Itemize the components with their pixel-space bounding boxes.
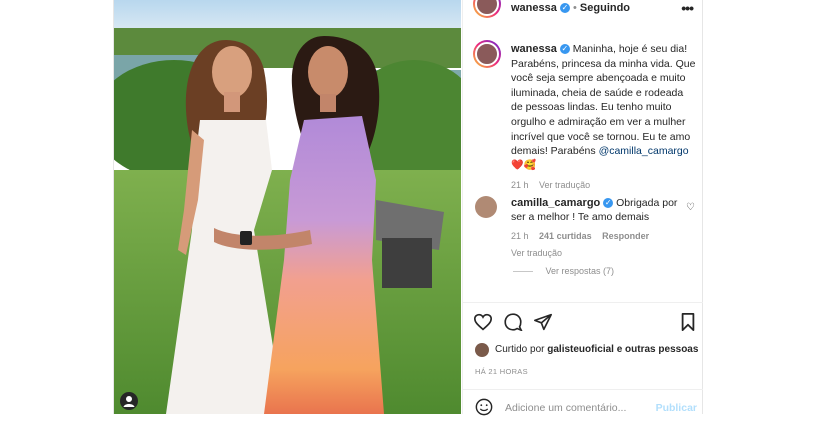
post-caption: wanessa ✓ Maninha, hoje é seu dia! Parab… <box>511 42 697 193</box>
verified-icon: ✓ <box>559 3 570 14</box>
photo-illustration <box>114 0 461 414</box>
tagged-users-icon[interactable] <box>120 392 138 410</box>
share-paper-plane-icon[interactable] <box>533 313 553 336</box>
caption-avatar[interactable] <box>473 40 501 68</box>
save-bookmark-icon[interactable] <box>680 313 696 336</box>
caption-emojis: ❤️🥰 <box>511 159 536 171</box>
comment-item: camilla_camargo ✓ Obrigada por ser a mel… <box>511 196 687 260</box>
emoji-smiley-icon[interactable] <box>475 398 493 421</box>
verified-icon: ✓ <box>603 198 614 209</box>
comment-bubble-icon[interactable] <box>503 313 523 336</box>
view-replies-line <box>513 271 533 273</box>
view-replies-button[interactable]: Ver respostas (7) <box>513 266 614 276</box>
follow-status[interactable]: Seguindo <box>580 2 630 14</box>
caption-time: 21 h <box>511 180 529 191</box>
verified-icon: ✓ <box>559 44 570 55</box>
comment-bar: Adicione um comentário... Publicar <box>463 389 703 416</box>
liker-avatar[interactable] <box>475 343 489 357</box>
reply-meta: 21 h 241 curtidas Responder <box>511 229 687 243</box>
header-separator: • <box>573 2 577 14</box>
instagram-post: wanessa ✓ • Seguindo ••• wanessa ✓ Manin… <box>113 0 703 416</box>
liked-by-user[interactable]: galisteuoficial <box>547 344 614 355</box>
liked-by-prefix: Curtido por <box>495 344 545 355</box>
caption-username[interactable]: wanessa <box>511 43 557 55</box>
reply-respond-button[interactable]: Responder <box>602 231 649 241</box>
post-side-panel: wanessa ✓ • Seguindo ••• wanessa ✓ Manin… <box>462 0 703 416</box>
caption-translate[interactable]: Ver tradução <box>539 180 590 190</box>
post-header: wanessa ✓ • Seguindo ••• <box>463 0 703 20</box>
reply-translate[interactable]: Ver tradução <box>511 246 687 260</box>
reply-likes[interactable]: 241 curtidas <box>539 231 592 241</box>
liked-by: Curtido por galisteuoficial e outras pes… <box>495 344 698 355</box>
post-photo[interactable] <box>114 0 461 414</box>
comment-input[interactable]: Adicione um comentário... <box>505 402 626 414</box>
like-heart-icon[interactable] <box>473 313 493 336</box>
caption-meta: 21 h Ver tradução <box>511 178 697 193</box>
reply-avatar[interactable] <box>475 196 497 218</box>
action-bar <box>463 302 703 343</box>
more-horizontal-icon[interactable]: ••• <box>681 0 694 16</box>
caption-mention-link[interactable]: @camilla_camargo <box>599 145 689 157</box>
caption-text: Maninha, hoje é seu dia! Parabéns, princ… <box>511 43 696 158</box>
reply-time: 21 h <box>511 231 529 241</box>
comment-like-heart-icon[interactable]: ♡ <box>686 202 695 213</box>
post-timestamp[interactable]: HÁ 21 HORAS <box>475 367 528 376</box>
author-avatar[interactable] <box>473 0 501 18</box>
publish-button[interactable]: Publicar <box>656 402 697 414</box>
author-username[interactable]: wanessa <box>511 2 557 14</box>
reply-username[interactable]: camilla_camargo <box>511 197 600 209</box>
liked-by-suffix[interactable]: e outras pessoas <box>617 344 699 355</box>
view-replies-label[interactable]: Ver respostas (7) <box>546 266 615 276</box>
